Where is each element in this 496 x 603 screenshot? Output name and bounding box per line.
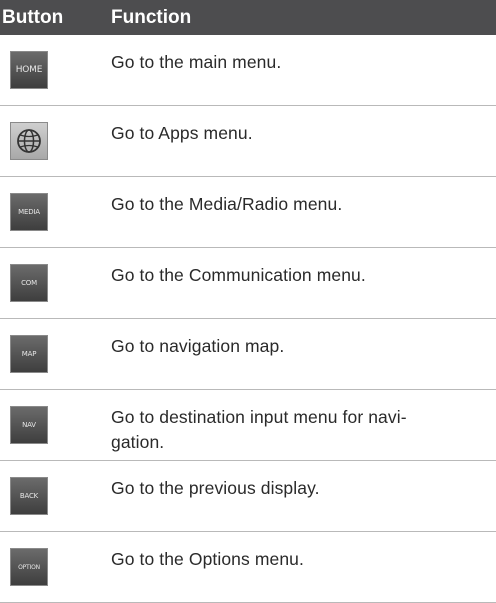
table-header: Button Function xyxy=(0,0,496,35)
table-row-home: HOME Go to the main menu. xyxy=(0,35,496,106)
function-text: Go to the previous display. xyxy=(111,478,320,498)
function-text: Go to the Media/Radio menu. xyxy=(111,194,343,214)
function-text: Go to the Communication menu. xyxy=(111,265,366,285)
button-function-table: Button Function HOME Go to the main menu… xyxy=(0,0,496,603)
function-text: Go to the main menu. xyxy=(111,52,282,72)
function-text: Go to the Options menu. xyxy=(111,549,304,569)
table-row-com: COM Go to the Communication menu. xyxy=(0,248,496,319)
function-text-line: Go to destination input menu for navi- xyxy=(111,407,407,427)
table-row-option: OPTION Go to the Options menu. xyxy=(0,532,496,603)
function-text: Go to Apps menu. xyxy=(111,123,253,143)
function-text-line: gation. xyxy=(111,432,165,452)
map-button-icon: MAP xyxy=(10,335,48,373)
header-function: Function xyxy=(111,6,192,28)
function-text: Go to destination input menu for navi- g… xyxy=(111,390,481,460)
table-row-map: MAP Go to navigation map. xyxy=(0,319,496,390)
globe-icon xyxy=(10,122,48,160)
table-row-media: MEDIA Go to the Media/Radio menu. xyxy=(0,177,496,248)
table-row-back: BACK Go to the previous display. xyxy=(0,461,496,532)
nav-button-icon: NAV xyxy=(10,406,48,444)
header-button: Button xyxy=(2,6,64,28)
table-row-apps: Go to Apps menu. xyxy=(0,106,496,177)
back-button-icon: BACK xyxy=(10,477,48,515)
table-row-nav: NAV Go to destination input menu for nav… xyxy=(0,390,496,461)
com-button-icon: COM xyxy=(10,264,48,302)
home-button-icon: HOME xyxy=(10,51,48,89)
function-text: Go to navigation map. xyxy=(111,336,285,356)
option-button-icon: OPTION xyxy=(10,548,48,586)
media-button-icon: MEDIA xyxy=(10,193,48,231)
